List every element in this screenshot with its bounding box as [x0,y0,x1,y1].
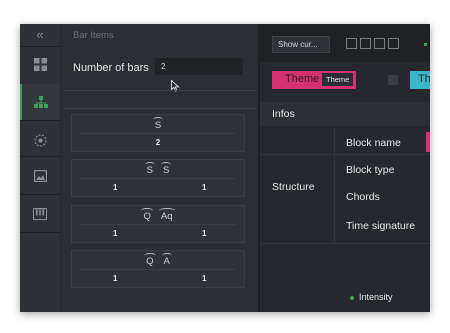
grid-icon[interactable] [20,46,60,82]
intensity-dot-icon [350,296,354,300]
theme-badge: Theme [322,73,354,86]
rail-separator [20,194,60,195]
theme-block-cyan[interactable]: Theme [410,71,430,89]
theme-block-pink[interactable]: Theme Theme [272,71,356,89]
card-divider [80,224,236,225]
symbol: Q [144,253,157,267]
card-count: 1 [113,229,118,238]
intensity-label: Intensity [359,292,393,302]
record-icon[interactable] [20,122,60,158]
add-block-button[interactable] [388,75,398,85]
grid-view-icon[interactable] [360,38,371,49]
bar-card[interactable]: Q Aq 1 1 [71,205,245,243]
card-count: 2 [155,138,161,147]
symbol: S [152,117,164,131]
image-view-icon[interactable] [388,38,399,49]
toolbar: Show cur... [260,24,430,62]
block-type-label: Block type [346,164,395,176]
zoom-view-icon[interactable] [374,38,385,49]
table-divider [334,128,335,243]
collapse-button[interactable]: « [20,24,60,46]
editor-area: Show cur... Theme Theme Theme Infos Stru… [260,24,430,312]
rail-separator [20,232,60,233]
card-divider [80,269,236,270]
time-signature-label: Time signature [346,220,416,232]
bar-card[interactable]: SS 1 1 [71,159,245,197]
card-count: 1 [202,183,207,192]
theme-label: Theme [418,73,430,85]
piano-icon[interactable] [20,196,60,232]
left-rail: « [20,24,60,312]
block-name-color-swatch[interactable] [426,132,430,152]
bar-card[interactable]: S 2 [71,114,245,152]
structure-label: Structure [272,181,315,193]
rail-separator [20,120,60,121]
symbol: Q [141,208,154,222]
show-cursor-button[interactable]: Show cur... [272,36,330,53]
theme-label: Theme [285,73,320,85]
symbol: A [161,253,173,267]
number-of-bars-input[interactable]: 2 [155,58,243,75]
symbol: S [144,162,156,176]
image-icon[interactable] [20,158,60,194]
card-symbols: S [72,117,244,131]
bars-view-icon[interactable] [346,38,357,49]
card-symbols: QA [72,253,244,267]
card-divider [80,178,236,179]
infos-label: Infos [272,108,295,120]
symbol: S [160,162,172,176]
card-symbols: Q Aq [72,208,244,222]
bar-card[interactable]: QA 1 1 [71,250,245,288]
hierarchy-icon[interactable] [20,84,60,120]
infos-header: Infos [260,102,430,126]
number-of-bars-label: Number of bars [73,62,149,74]
divider [63,108,256,109]
divider [63,90,256,91]
mouse-cursor-icon [171,79,180,97]
rail-separator [20,156,60,157]
app-window: « Bar Items Number of bars 2 S 2 S S 1 1… [20,24,430,312]
symbol: Aq [158,208,175,222]
card-count: 1 [113,183,118,192]
card-count: 1 [202,229,207,238]
status-dot [424,43,427,46]
card-count: 1 [113,274,118,283]
bar-items-panel: Bar Items Number of bars 2 S 2 SS 1 1 QA… [61,24,258,312]
card-symbols: SS [72,162,244,176]
block-name-label: Block name [346,137,401,149]
chords-label: Chords [346,191,380,203]
panel-title: Bar Items [73,30,114,41]
card-divider [80,133,236,134]
card-count: 1 [202,274,207,283]
table-divider [260,243,430,244]
table-divider [260,154,430,155]
